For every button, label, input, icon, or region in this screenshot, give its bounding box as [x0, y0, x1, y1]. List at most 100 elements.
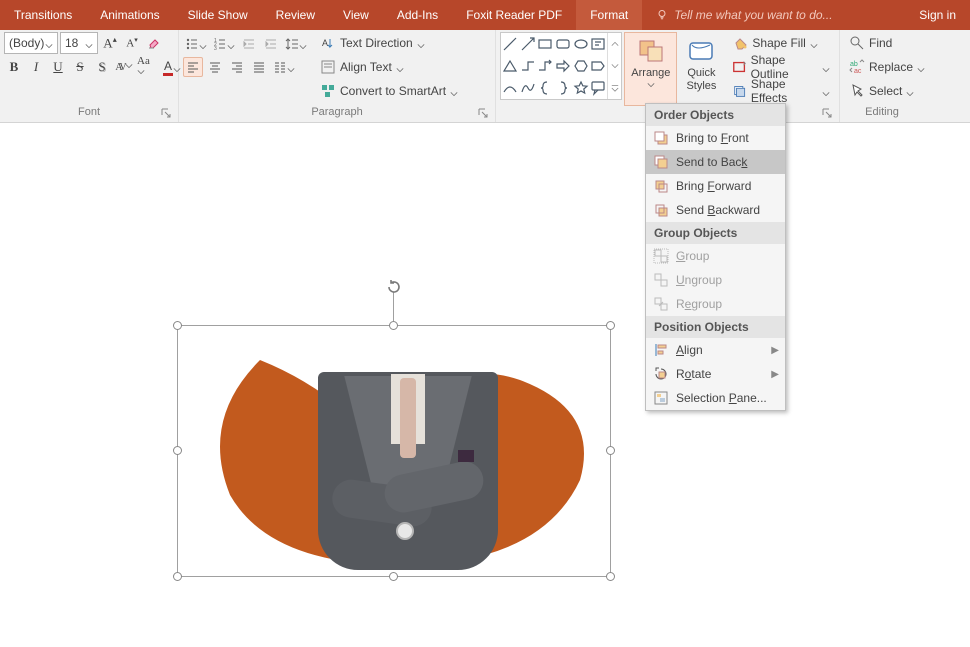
clear-formatting-button[interactable]	[144, 33, 164, 53]
line-spacing-button[interactable]	[283, 34, 309, 54]
resize-handle-ml[interactable]	[173, 446, 182, 455]
resize-handle-mr[interactable]	[606, 446, 615, 455]
regroup-icon	[653, 296, 669, 312]
tell-me-placeholder: Tell me what you want to do...	[674, 8, 832, 22]
group-paragraph-label: Paragraph	[311, 106, 362, 118]
menu-align[interactable]: Align▶	[646, 338, 785, 362]
shape-rect-icon	[537, 36, 553, 52]
bold-button[interactable]: B	[4, 57, 24, 77]
align-left-button[interactable]	[183, 57, 203, 77]
menu-header-group: Group Objects	[646, 222, 785, 244]
tab-view[interactable]: View	[329, 0, 383, 30]
menu-send-backward[interactable]: Send Backward	[646, 198, 785, 222]
resize-handle-br[interactable]	[606, 572, 615, 581]
resize-handle-bl[interactable]	[173, 572, 182, 581]
sign-in-link[interactable]: Sign in	[905, 0, 970, 30]
tab-foxit-reader-pdf[interactable]: Foxit Reader PDF	[452, 0, 576, 30]
shape-outline-button[interactable]: Shape Outline	[727, 56, 835, 78]
bullets-icon	[185, 37, 199, 51]
shape-line-icon	[502, 36, 518, 52]
grow-font-icon: A▴	[103, 35, 116, 51]
underline-button[interactable]: U	[48, 57, 68, 77]
font-size-combo[interactable]: 18	[60, 32, 98, 54]
shape-fill-button[interactable]: Shape Fill	[727, 32, 835, 54]
resize-handle-bc[interactable]	[389, 572, 398, 581]
menu-bring-forward[interactable]: Bring Forward	[646, 174, 785, 198]
italic-button[interactable]: I	[26, 57, 46, 77]
drawing-dialog-launcher[interactable]	[821, 107, 833, 119]
text-direction-icon: A	[320, 35, 336, 51]
line-spacing-icon	[285, 37, 299, 51]
increase-indent-button[interactable]	[261, 34, 281, 54]
shape-effects-button[interactable]: Shape Effects	[727, 80, 835, 102]
arrange-dropdown-menu: Order Objects Bring to Front Send to Bac…	[645, 103, 786, 411]
shape-hexagon-icon	[573, 58, 589, 74]
font-name-combo[interactable]: (Body)	[4, 32, 58, 54]
menu-rotate[interactable]: Rotate▶	[646, 362, 785, 386]
convert-smartart-label: Convert to SmartArt	[340, 84, 446, 98]
justify-icon	[252, 60, 266, 74]
group-font-label: Font	[78, 106, 100, 118]
char-spacing-button[interactable]: AV	[114, 57, 134, 77]
tell-me-search[interactable]: Tell me what you want to do...	[642, 0, 905, 30]
eraser-icon	[147, 36, 161, 50]
shape-effects-icon	[732, 83, 746, 99]
quick-styles-button[interactable]: Quick Styles	[679, 32, 723, 106]
menu-bring-to-front[interactable]: Bring to Front	[646, 126, 785, 150]
shape-textbox-icon	[590, 36, 606, 52]
shapes-gallery-scroll[interactable]	[607, 33, 621, 99]
gallery-scroll-up-icon[interactable]	[608, 33, 621, 55]
strikethrough-button[interactable]: S	[70, 57, 90, 77]
lightbulb-icon	[656, 9, 668, 21]
align-right-button[interactable]	[227, 57, 247, 77]
shape-effects-label: Shape Effects	[751, 77, 818, 105]
gallery-scroll-down-icon[interactable]	[608, 55, 621, 77]
tab-transitions[interactable]: Transitions	[0, 0, 86, 30]
gallery-expand-icon[interactable]	[608, 77, 621, 99]
convert-smartart-button[interactable]: Convert to SmartArt	[315, 80, 463, 102]
tab-add-ins[interactable]: Add-Ins	[383, 0, 452, 30]
change-case-button[interactable]: Aa	[136, 57, 156, 77]
paragraph-dialog-launcher[interactable]	[477, 107, 489, 119]
rotation-handle[interactable]	[385, 278, 403, 296]
tab-format[interactable]: Format	[576, 0, 642, 30]
resize-handle-tl[interactable]	[173, 321, 182, 330]
numbering-button[interactable]: 123	[211, 34, 237, 54]
font-dialog-launcher[interactable]	[160, 107, 172, 119]
svg-text:ab: ab	[850, 61, 858, 68]
grow-font-button[interactable]: A▴	[100, 33, 120, 53]
replace-button[interactable]: abacReplace	[844, 56, 930, 78]
menu-ungroup: Ungroup	[646, 268, 785, 292]
resize-handle-tr[interactable]	[606, 321, 615, 330]
shapes-gallery[interactable]	[500, 32, 622, 100]
text-direction-button[interactable]: AText Direction	[315, 32, 463, 54]
shapes-grid	[501, 33, 607, 99]
increase-indent-icon	[264, 37, 278, 51]
align-center-button[interactable]	[205, 57, 225, 77]
decrease-indent-button[interactable]	[239, 34, 259, 54]
columns-button[interactable]	[271, 57, 297, 77]
menu-selection-pane[interactable]: Selection Pane...	[646, 386, 785, 410]
tab-slide-show[interactable]: Slide Show	[174, 0, 262, 30]
replace-icon: abac	[849, 59, 865, 75]
slide-canvas[interactable]	[0, 130, 970, 647]
shape-fill-label: Shape Fill	[752, 36, 805, 50]
tab-animations[interactable]: Animations	[86, 0, 173, 30]
smartart-icon	[320, 83, 336, 99]
shrink-font-button[interactable]: A▾	[122, 33, 142, 53]
find-button[interactable]: Find	[844, 32, 930, 54]
select-button[interactable]: Select	[844, 80, 930, 102]
justify-button[interactable]	[249, 57, 269, 77]
tab-review[interactable]: Review	[262, 0, 329, 30]
quick-styles-label: Quick Styles	[686, 67, 716, 93]
bullets-button[interactable]	[183, 34, 209, 54]
font-color-icon: A	[163, 59, 173, 76]
text-shadow-button[interactable]: S	[92, 57, 112, 77]
selection-bounding-box[interactable]	[177, 325, 611, 577]
arrange-button[interactable]: Arrange	[624, 32, 677, 106]
shrink-font-icon: A▾	[126, 36, 137, 50]
shape-elbow-icon	[520, 58, 536, 74]
menu-send-to-back[interactable]: Send to Back	[646, 150, 785, 174]
align-text-button[interactable]: Align Text	[315, 56, 463, 78]
resize-handle-tc[interactable]	[389, 321, 398, 330]
